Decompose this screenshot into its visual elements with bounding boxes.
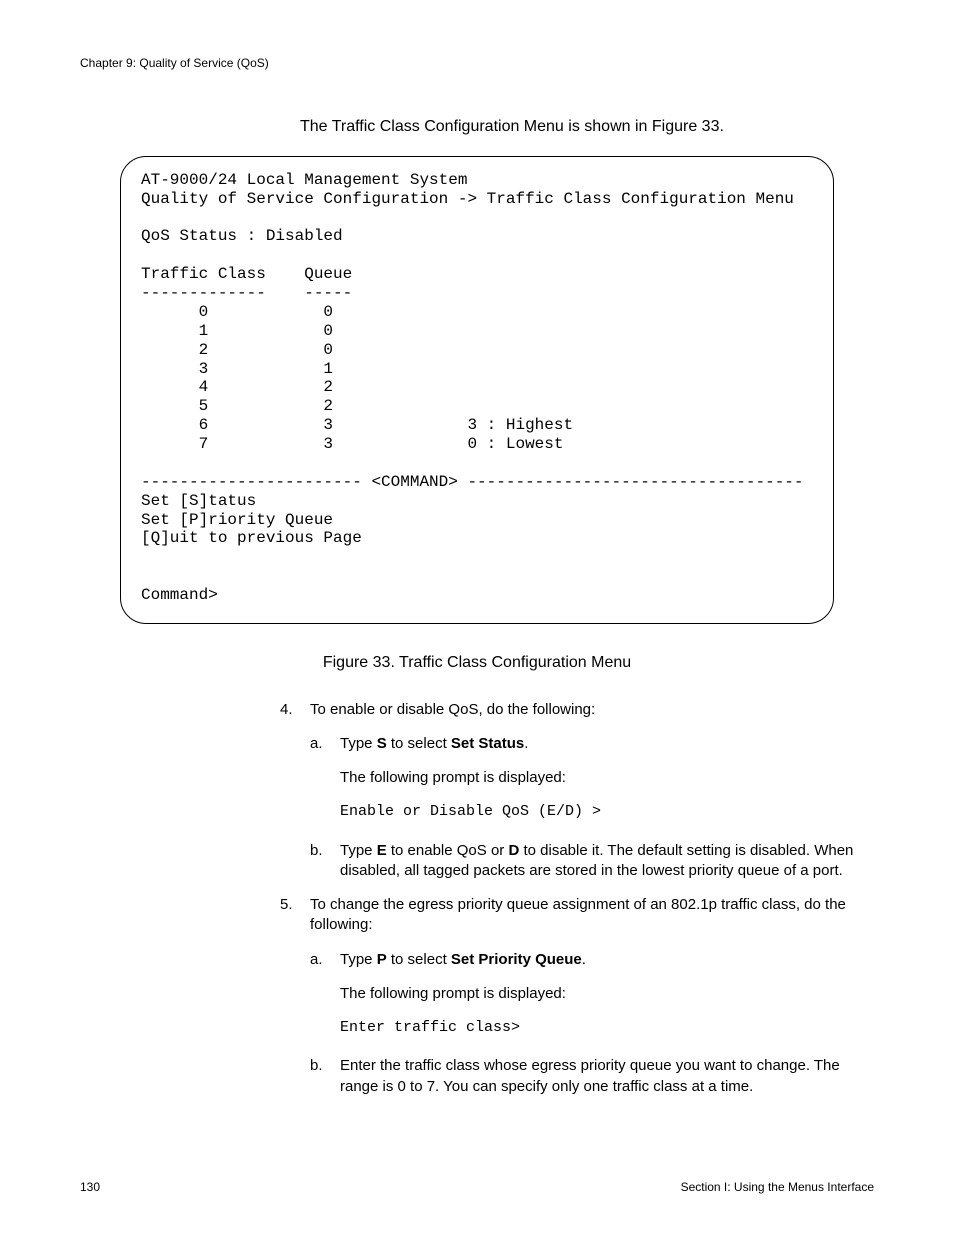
prompt-qos-enable: Enable or Disable QoS (E/D) > <box>340 802 874 822</box>
key-p: P <box>377 951 387 968</box>
body-column: 4. To enable or disable QoS, do the foll… <box>280 700 874 1097</box>
chapter-header: Chapter 9: Quality of Service (QoS) <box>80 55 874 71</box>
text-fragment: . <box>582 951 586 968</box>
substep-letter: a. <box>310 950 340 970</box>
text-fragment: to select <box>387 951 451 968</box>
text-fragment: to enable QoS or <box>387 842 509 859</box>
substep-text: Type E to enable QoS or D to disable it.… <box>340 841 874 882</box>
substep-text: Type P to select Set Priority Queue. <box>340 950 874 970</box>
step-4: 4. To enable or disable QoS, do the foll… <box>280 700 874 720</box>
prompt-traffic-class: Enter traffic class> <box>340 1018 874 1038</box>
key-e: E <box>377 842 387 859</box>
figure-caption: Figure 33. Traffic Class Configuration M… <box>80 652 874 674</box>
key-s: S <box>377 735 387 752</box>
substep-letter: b. <box>310 1056 340 1097</box>
label-set-status: Set Status <box>451 735 524 752</box>
label-set-priority-queue: Set Priority Queue <box>451 951 582 968</box>
intro-text: The Traffic Class Configuration Menu is … <box>300 116 874 138</box>
prompt-intro: The following prompt is displayed: <box>340 984 874 1004</box>
step-4b: b. Type E to enable QoS or D to disable … <box>310 841 874 882</box>
section-label: Section I: Using the Menus Interface <box>681 1179 874 1195</box>
substep-letter: a. <box>310 734 340 754</box>
page: Chapter 9: Quality of Service (QoS) The … <box>0 0 954 1235</box>
substep-letter: b. <box>310 841 340 882</box>
text-fragment: Type <box>340 842 377 859</box>
step-text: To change the egress priority queue assi… <box>310 895 874 936</box>
page-footer: 130 Section I: Using the Menus Interface <box>80 1179 874 1195</box>
text-fragment: . <box>524 735 528 752</box>
step-number: 4. <box>280 700 310 720</box>
text-fragment: to select <box>387 735 451 752</box>
step-number: 5. <box>280 895 310 936</box>
step-5a: a. Type P to select Set Priority Queue. <box>310 950 874 970</box>
substep-text: Enter the traffic class whose egress pri… <box>340 1056 874 1097</box>
prompt-intro: The following prompt is displayed: <box>340 768 874 788</box>
key-d: D <box>508 842 519 859</box>
terminal-output: AT-9000/24 Local Management System Quali… <box>120 156 834 624</box>
step-5b: b. Enter the traffic class whose egress … <box>310 1056 874 1097</box>
step-4a: a. Type S to select Set Status. <box>310 734 874 754</box>
text-fragment: Type <box>340 951 377 968</box>
text-fragment: Type <box>340 735 377 752</box>
page-number: 130 <box>80 1179 100 1195</box>
step-text: To enable or disable QoS, do the followi… <box>310 700 874 720</box>
step-5: 5. To change the egress priority queue a… <box>280 895 874 936</box>
substep-text: Type S to select Set Status. <box>340 734 874 754</box>
